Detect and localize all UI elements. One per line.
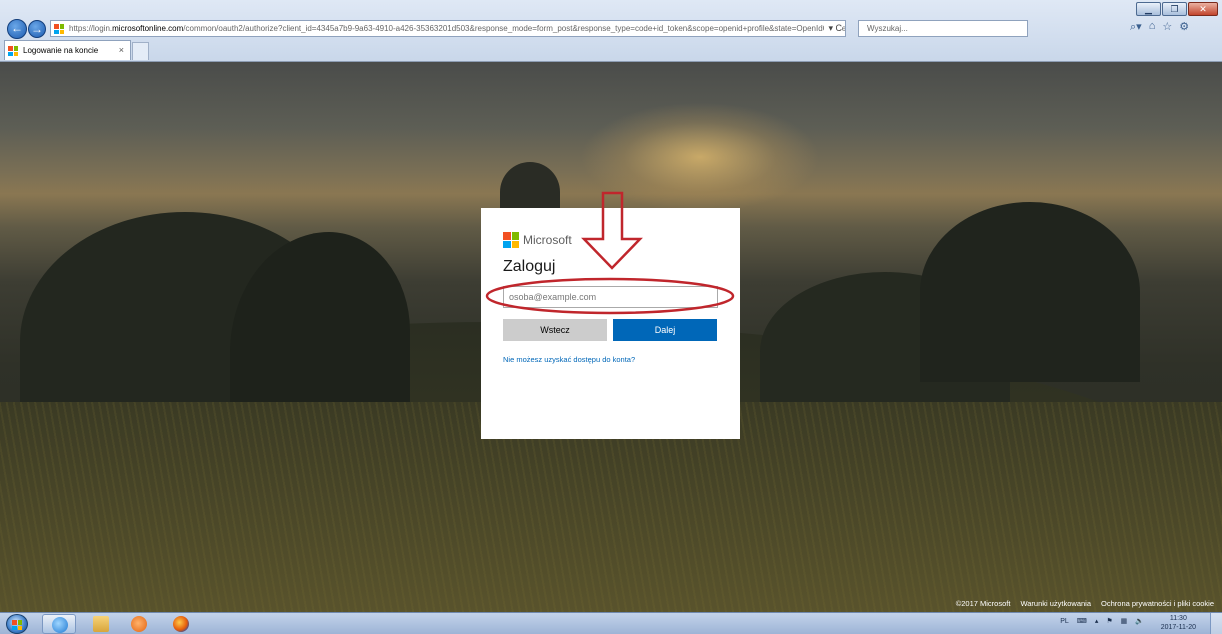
page-title: Zaloguj [503, 258, 556, 275]
flag-icon[interactable]: ⚑ [1106, 617, 1112, 625]
clock[interactable]: 11:30 2017-11-20 [1161, 614, 1196, 632]
refresh-icon[interactable]: ▾ C [824, 21, 842, 36]
close-window-button[interactable]: ✕ [1188, 2, 1218, 16]
taskbar: PL ⌨ ▴ ⚑ ▦ 🔈 11:30 2017-11-20 [0, 612, 1222, 634]
gear-icon[interactable]: ⚙ [1179, 20, 1189, 34]
microsoft-favicon-icon [8, 46, 18, 56]
browser-chrome: ▁ ❐ ✕ ← → https://login.microsoftonline.… [0, 0, 1222, 62]
keyboard-icon[interactable]: ⌨ [1077, 617, 1087, 625]
clock-time: 11:30 [1169, 615, 1187, 622]
clock-date: 2017-11-20 [1160, 624, 1196, 631]
arrow-right-icon: → [31, 22, 43, 36]
mountain-right [920, 202, 1140, 382]
cant-access-account-link[interactable]: Nie możesz uzyskać dostępu do konta? [503, 355, 635, 364]
speaker-icon[interactable]: 🔈 [1135, 617, 1144, 625]
tab-active[interactable]: Logowanie na koncie × [4, 40, 131, 60]
microsoft-logo-icon [503, 232, 519, 248]
privacy-link[interactable]: Ochrona prywatności i pliki cookie [1101, 599, 1214, 608]
language-indicator[interactable]: PL [1060, 618, 1069, 625]
search-placeholder: Wyszukaj... [867, 24, 908, 33]
page-footer: ©2017 Microsoft Warunki użytkowania Ochr… [956, 599, 1214, 608]
media-player-icon [131, 616, 147, 632]
terms-link[interactable]: Warunki użytkowania [1020, 599, 1091, 608]
back-button-signin[interactable]: Wstecz [503, 319, 607, 341]
url-prefix: https://login. [69, 24, 113, 33]
microsoft-favicon-icon [54, 24, 64, 34]
next-button[interactable]: Dalej [613, 319, 717, 341]
taskbar-internet-explorer[interactable] [42, 614, 76, 634]
firefox-icon [173, 616, 189, 632]
show-desktop-button[interactable] [1210, 613, 1222, 634]
command-icons: ⌕▾ ⌂ ☆ ⚙ [1130, 20, 1189, 34]
search-icon[interactable]: ⌕▾ [1130, 20, 1142, 34]
close-icon[interactable]: × [119, 41, 124, 60]
back-button[interactable]: ← [7, 19, 27, 39]
minimize-button[interactable]: ▁ [1136, 2, 1161, 16]
copyright-text: ©2017 Microsoft [955, 599, 1011, 608]
home-icon[interactable]: ⌂ [1149, 20, 1156, 34]
forward-button[interactable]: → [28, 20, 46, 38]
chevron-up-icon[interactable]: ▴ [1095, 617, 1099, 625]
folder-icon [93, 616, 109, 632]
network-icon[interactable]: ▦ [1121, 617, 1128, 625]
sun-glow [580, 102, 820, 212]
taskbar-firefox[interactable] [164, 614, 198, 634]
address-bar[interactable]: https://login.microsoftonline.com/common… [50, 20, 846, 37]
brand: Microsoft [503, 232, 572, 248]
signin-card: Microsoft Zaloguj Wstecz Dalej Nie możes… [481, 208, 740, 439]
favorites-star-icon[interactable]: ☆ [1162, 20, 1172, 34]
email-field[interactable] [503, 286, 718, 308]
taskbar-media-player[interactable] [122, 614, 156, 634]
tab-title: Logowanie na koncie [23, 46, 99, 55]
windows-logo-icon [12, 620, 22, 630]
new-tab-button[interactable] [132, 42, 149, 60]
brand-name: Microsoft [523, 233, 572, 247]
window-controls: ▁ ❐ ✕ [1136, 2, 1218, 16]
maximize-button[interactable]: ❐ [1162, 2, 1187, 16]
arrow-left-icon: ← [11, 21, 23, 35]
search-box[interactable]: Wyszukaj... [858, 20, 1028, 37]
taskbar-file-explorer[interactable] [84, 614, 118, 634]
system-tray: PL ⌨ ▴ ⚑ ▦ 🔈 [1060, 617, 1144, 626]
internet-explorer-icon [52, 617, 68, 633]
start-button[interactable] [6, 614, 28, 634]
url-path: /common/oauth2/authorize?client_id=4345a… [183, 24, 846, 33]
url-host: microsoftonline.com [112, 24, 184, 33]
